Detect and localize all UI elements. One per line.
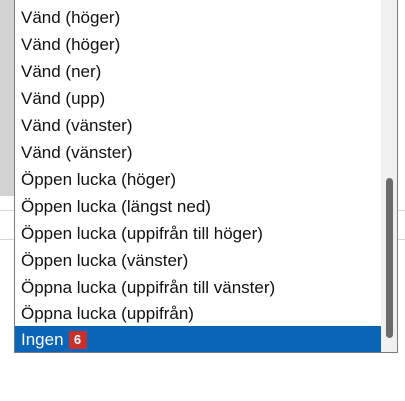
option-label: Vänd (vänster) (21, 143, 133, 162)
list-item-selected[interactable]: Ingen 6 (15, 326, 381, 352)
option-label: Öppna lucka (uppifrån till vänster) (21, 278, 276, 297)
list-item[interactable]: Vänd (vänster) (15, 112, 381, 139)
count-badge: 6 (68, 331, 87, 349)
option-label: Vänd (ner) (21, 62, 102, 81)
option-label: Vänd (vänster) (21, 116, 133, 135)
list-item[interactable]: Vänd (höger) (15, 31, 381, 58)
option-label: Öppna lucka (uppifrån) (21, 304, 194, 323)
list-item[interactable]: Öppen lucka (höger) (15, 166, 381, 193)
list-item[interactable]: Öppna lucka (uppifrån till vänster) (15, 274, 381, 301)
list-item[interactable]: Öppen lucka (vänster) (15, 247, 381, 274)
scrollbar[interactable] (381, 0, 397, 352)
list-item[interactable]: Vänd (upp) (15, 85, 381, 112)
list-item[interactable]: Öppen lucka (längst ned) (15, 193, 381, 220)
option-label: Öppen lucka (uppifrån till höger) (21, 224, 263, 243)
option-label: Vänd (höger) (21, 8, 121, 27)
list-item[interactable]: Vänd (vänster) (15, 139, 381, 166)
list-item[interactable]: Vänd (ner) (15, 58, 381, 85)
options-list: Vänd (höger) Vänd (höger) Vänd (ner) Vän… (15, 0, 381, 352)
list-item[interactable]: Öppna lucka (uppifrån) (15, 300, 381, 327)
option-label: Vänd (upp) (21, 89, 106, 108)
option-label: Vänd (höger) (21, 35, 121, 54)
option-label: Öppen lucka (höger) (21, 170, 176, 189)
scrollbar-thumb[interactable] (386, 178, 393, 338)
option-label: Öppen lucka (längst ned) (21, 197, 211, 216)
list-item[interactable]: Vänd (höger) (15, 4, 381, 31)
dropdown-list[interactable]: Vänd (höger) Vänd (höger) Vänd (ner) Vän… (14, 0, 398, 353)
option-label: Öppen lucka (vänster) (21, 251, 189, 270)
list-item[interactable]: Öppen lucka (uppifrån till höger) (15, 220, 381, 247)
background-panel (0, 0, 14, 196)
option-label: Ingen (21, 330, 64, 349)
